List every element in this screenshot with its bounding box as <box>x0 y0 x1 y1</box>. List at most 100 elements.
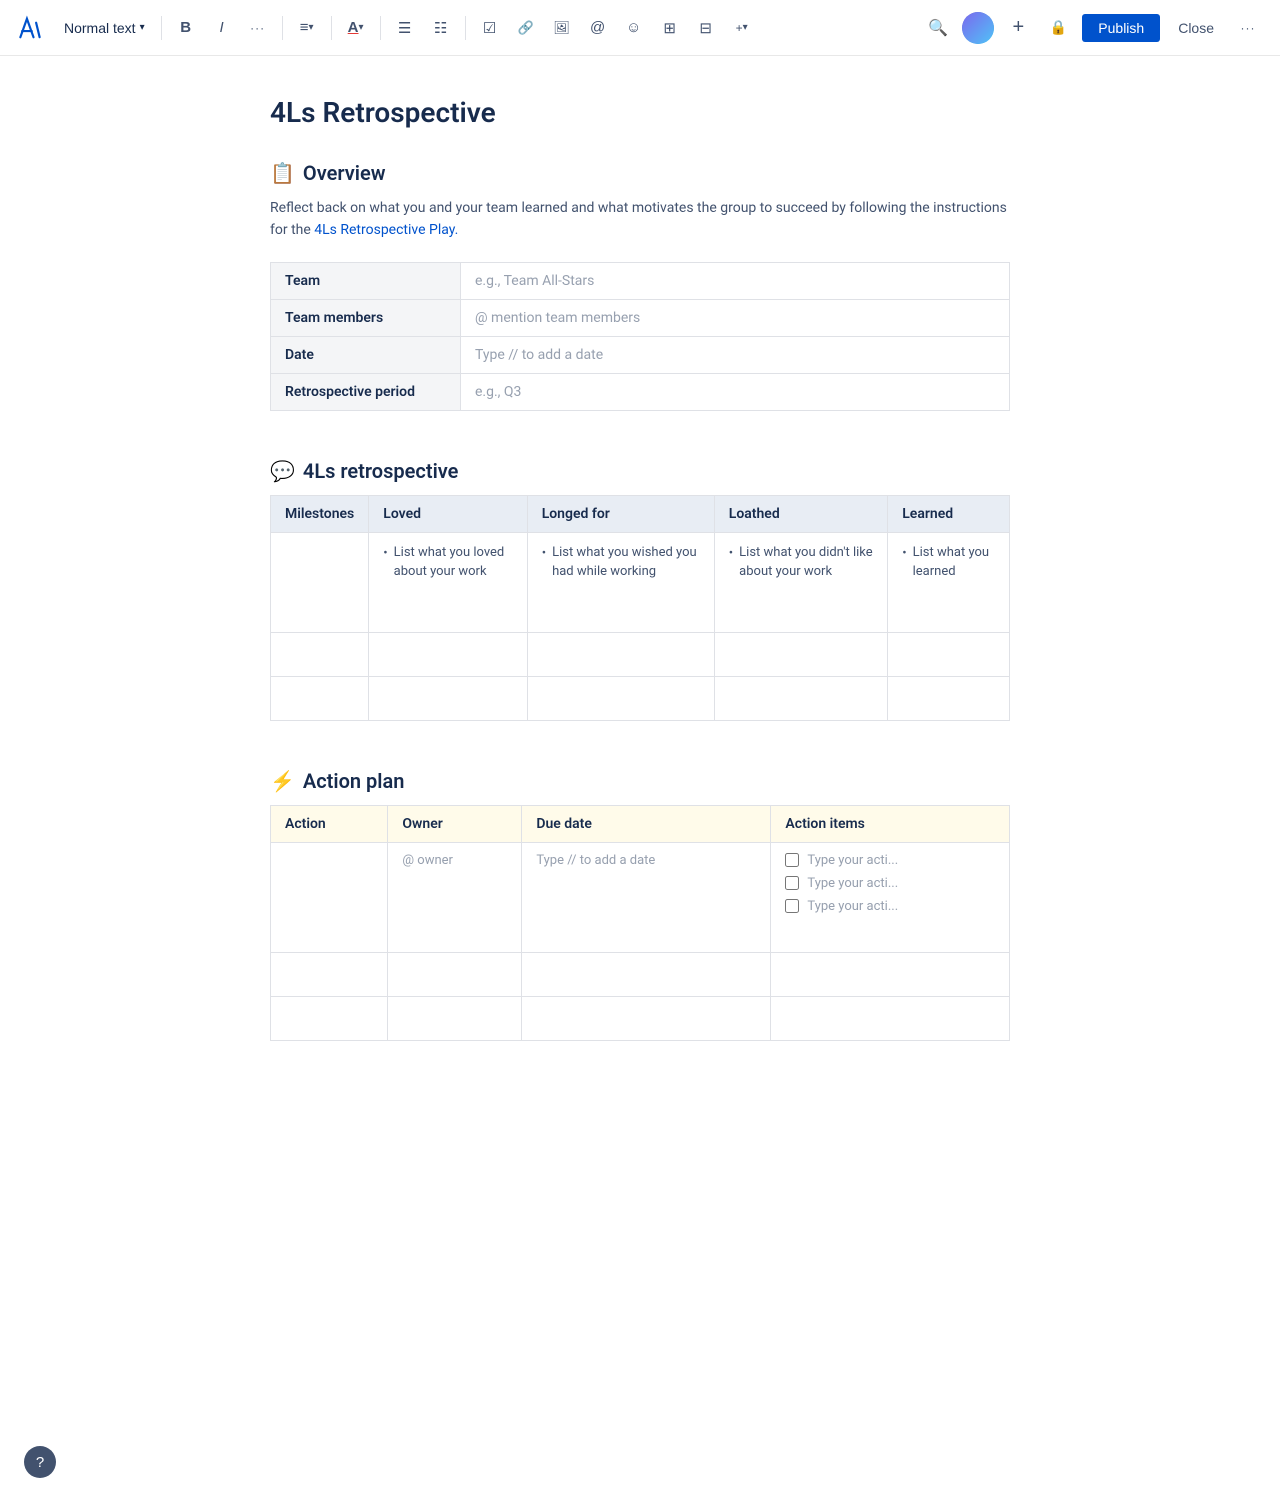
table-button[interactable]: ⊞ <box>654 12 686 44</box>
avatar-image <box>962 12 994 44</box>
action-item-label: Type your acti... <box>807 876 898 891</box>
text-style-label: Normal text <box>64 20 136 36</box>
action-checkbox[interactable] <box>785 876 799 890</box>
plus-circle-icon: + <box>1012 16 1024 39</box>
action-table-cell[interactable] <box>271 996 388 1040</box>
retro-learned-cell[interactable]: List what you learned <box>888 532 1010 632</box>
retro-table-cell[interactable] <box>369 676 527 720</box>
align-button[interactable]: ≡ ▾ <box>291 12 323 44</box>
separator-3 <box>331 16 332 40</box>
app-logo <box>16 14 44 42</box>
list-item: List what you didn't like about your wor… <box>729 543 873 582</box>
action-cell[interactable] <box>271 842 388 952</box>
action-table-cell[interactable] <box>388 952 522 996</box>
action-table-cell[interactable] <box>522 996 771 1040</box>
italic-button[interactable]: I <box>206 12 238 44</box>
action-heading-text: Action plan <box>303 769 405 793</box>
mention-button[interactable]: @ <box>582 12 614 44</box>
more-format-button[interactable]: ··· <box>242 12 274 44</box>
numbered-list-button[interactable]: ☷ <box>425 12 457 44</box>
separator-2 <box>282 16 283 40</box>
retro-longed-cell[interactable]: List what you wished you had while worki… <box>527 532 714 632</box>
retro-table-cell[interactable] <box>369 632 527 676</box>
action-table-cell[interactable] <box>388 996 522 1040</box>
info-table-row: Team members @ mention team members <box>271 299 1010 336</box>
plus-icon: + <box>736 21 743 35</box>
toolbar: Normal text ▾ B I ··· ≡ ▾ A ▾ ☰ ☷ ☑ 🔗 🖼 … <box>0 0 1280 56</box>
info-table-row: Team e.g., Team All-Stars <box>271 262 1010 299</box>
more-options-button[interactable]: ··· <box>1232 12 1264 44</box>
retro-table-cell[interactable] <box>714 632 887 676</box>
bullet-list-icon: ☰ <box>398 19 411 37</box>
retro-table-cell[interactable] <box>271 676 369 720</box>
image-button[interactable]: 🖼 <box>546 12 578 44</box>
more-icon: ··· <box>1241 21 1256 35</box>
info-table-row: Date Type // to add a date <box>271 336 1010 373</box>
close-button[interactable]: Close <box>1168 14 1224 42</box>
action-item: Type your acti... <box>785 876 995 891</box>
action-items-cell[interactable]: Type your acti...Type your acti...Type y… <box>771 842 1010 952</box>
bullet-list-button[interactable]: ☰ <box>389 12 421 44</box>
link-button[interactable]: 🔗 <box>510 12 542 44</box>
action-table-header: ActionOwnerDue dateAction items <box>271 805 1010 842</box>
retro-table-cell[interactable] <box>271 632 369 676</box>
help-button[interactable]: ? <box>24 1446 56 1478</box>
info-value[interactable]: Type // to add a date <box>461 336 1010 373</box>
search-button[interactable]: 🔍 <box>922 12 954 44</box>
action-table-cell[interactable] <box>771 996 1010 1040</box>
text-color-icon: A <box>348 19 359 36</box>
retrospective-play-link[interactable]: 4Ls Retrospective Play. <box>314 222 458 238</box>
separator-4 <box>380 16 381 40</box>
emoji-button[interactable]: ☺ <box>618 12 650 44</box>
avatar[interactable] <box>962 12 994 44</box>
action-col-header: Owner <box>388 805 522 842</box>
action-table-cell[interactable] <box>271 952 388 996</box>
add-button[interactable]: + <box>1002 12 1034 44</box>
retro-milestones-cell[interactable] <box>271 532 369 632</box>
overview-section: 📋 Overview Reflect back on what you and … <box>270 161 1010 411</box>
layout-icon: ⊟ <box>699 19 712 37</box>
info-label: Team members <box>271 299 461 336</box>
retro-heading: 💬 4Ls retrospective <box>270 459 1010 483</box>
retro-loved-cell[interactable]: List what you loved about your work <box>369 532 527 632</box>
retro-col-header: Learned <box>888 495 1010 532</box>
info-value[interactable]: e.g., Q3 <box>461 373 1010 410</box>
lock-button[interactable]: 🔒 <box>1042 12 1074 44</box>
info-label: Retrospective period <box>271 373 461 410</box>
retro-table-cell[interactable] <box>888 632 1010 676</box>
owner-cell[interactable]: @ owner <box>388 842 522 952</box>
action-item: Type your acti... <box>785 899 995 914</box>
action-table-cell[interactable] <box>522 952 771 996</box>
list-item: List what you wished you had while worki… <box>542 543 700 582</box>
checkbox-button[interactable]: ☑ <box>474 12 506 44</box>
bold-button[interactable]: B <box>170 12 202 44</box>
retro-table-cell[interactable] <box>888 676 1010 720</box>
table-icon: ⊞ <box>663 19 676 37</box>
retro-table-header: MilestonesLovedLonged forLoathedLearned <box>271 495 1010 532</box>
insert-more-button[interactable]: + ▾ <box>726 12 758 44</box>
info-value[interactable]: @ mention team members <box>461 299 1010 336</box>
help-icon: ? <box>36 1454 44 1471</box>
retro-section: 💬 4Ls retrospective MilestonesLovedLonge… <box>270 459 1010 721</box>
action-col-header: Action <box>271 805 388 842</box>
info-value[interactable]: e.g., Team All-Stars <box>461 262 1010 299</box>
text-color-button[interactable]: A ▾ <box>340 12 372 44</box>
align-icon: ≡ <box>300 19 309 36</box>
image-icon: 🖼 <box>553 20 570 36</box>
link-icon: 🔗 <box>518 20 534 36</box>
chevron-down-icon-4: ▾ <box>743 22 748 33</box>
retro-loathed-cell[interactable]: List what you didn't like about your wor… <box>714 532 887 632</box>
retro-table-cell[interactable] <box>714 676 887 720</box>
retro-table-cell[interactable] <box>527 632 714 676</box>
layout-button[interactable]: ⊟ <box>690 12 722 44</box>
action-checkbox[interactable] <box>785 853 799 867</box>
text-style-dropdown[interactable]: Normal text ▾ <box>56 16 153 40</box>
retro-table-cell[interactable] <box>527 676 714 720</box>
publish-button[interactable]: Publish <box>1082 14 1160 42</box>
list-item: List what you loved about your work <box>383 543 512 582</box>
due-date-cell[interactable]: Type // to add a date <box>522 842 771 952</box>
action-checkbox[interactable] <box>785 899 799 913</box>
list-item: List what you learned <box>902 543 995 582</box>
action-table-cell[interactable] <box>771 952 1010 996</box>
info-table: Team e.g., Team All-Stars Team members @… <box>270 262 1010 411</box>
